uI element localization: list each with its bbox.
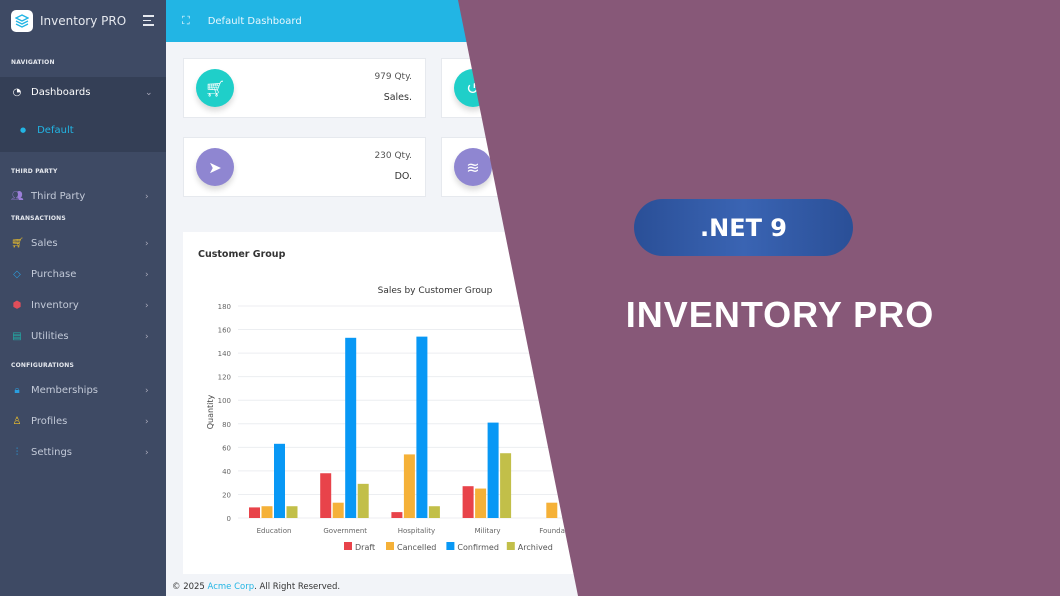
promo-title: INVENTORY PRO <box>625 294 935 335</box>
net-version-badge: .NET 9 <box>634 199 853 256</box>
